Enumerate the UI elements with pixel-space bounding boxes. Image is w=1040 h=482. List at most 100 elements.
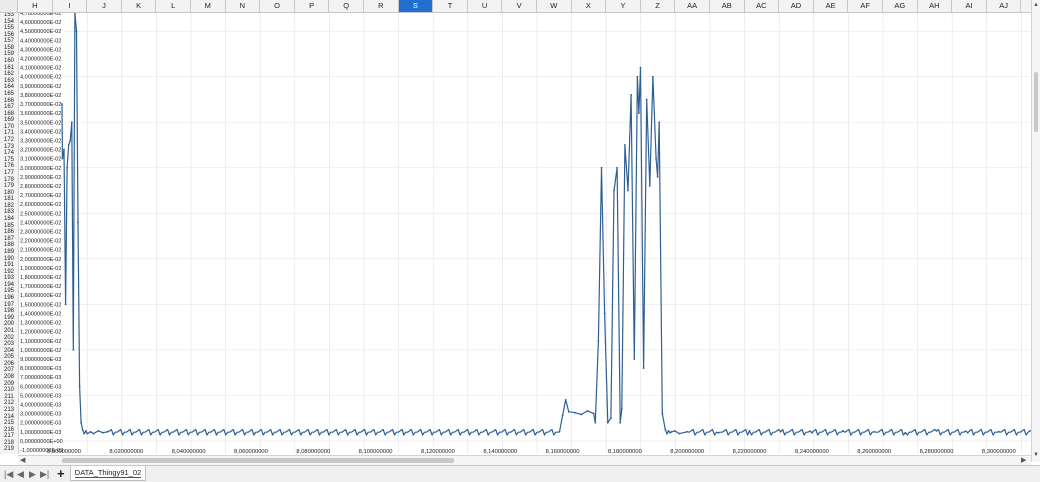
data-point (558, 430, 561, 433)
column-header-p[interactable]: P (295, 0, 330, 12)
next-sheet-icon[interactable]: ▶ (29, 467, 36, 481)
first-sheet-icon[interactable]: |◀ (4, 467, 13, 481)
data-point (597, 339, 600, 342)
data-point (748, 429, 751, 432)
data-point (873, 430, 876, 433)
prev-sheet-icon[interactable]: ◀ (17, 467, 24, 481)
data-point (997, 430, 1000, 433)
sheet-tab[interactable]: DATA_Thingy91_02 (70, 466, 146, 481)
column-header-ab[interactable]: AB (710, 0, 745, 12)
data-point (966, 431, 969, 434)
column-header-t[interactable]: T (433, 0, 468, 12)
column-header-af[interactable]: AF (848, 0, 883, 12)
data-point (652, 75, 654, 78)
data-point (81, 429, 84, 431)
row-header-bar: 153 154 155 156 157 158 159 160 161 162 163 164 165 1… (0, 13, 19, 454)
data-point (630, 94, 633, 96)
column-header-j[interactable]: J (87, 0, 122, 12)
vertical-scroll-thumb[interactable] (1034, 72, 1038, 132)
y-tick-label: 1,30000000E-02 (20, 321, 61, 327)
column-header-m[interactable]: M (191, 0, 226, 12)
y-tick-label: 4,10000000E-02 (20, 66, 61, 72)
data-point (935, 429, 938, 432)
x-tick-label: 8,080000000 (296, 449, 330, 454)
data-point (97, 429, 100, 432)
data-point (639, 66, 642, 69)
y-tick-label: 1,00000000E-02 (20, 348, 61, 354)
column-header-ah[interactable]: AH (918, 0, 953, 12)
y-tick-label: 1,00000000E-03 (20, 430, 61, 436)
horizontal-scrollbar[interactable]: ◀ ▶ (18, 455, 1031, 465)
data-point (670, 430, 673, 433)
column-header-x[interactable]: X (572, 0, 607, 12)
column-header-aa[interactable]: AA (675, 0, 710, 12)
data-point (67, 144, 70, 146)
chart-series (61, 13, 1031, 436)
data-point (594, 421, 597, 424)
column-header-ad[interactable]: AD (779, 0, 814, 12)
y-tick-label: 4,30000000E-02 (20, 47, 61, 53)
column-header-h[interactable]: H (18, 0, 53, 12)
scroll-right-icon[interactable]: ▶ (1021, 456, 1026, 465)
row-header-219[interactable]: 219 (0, 445, 18, 453)
select-all-corner[interactable] (0, 0, 18, 12)
data-point (63, 148, 65, 151)
last-sheet-icon[interactable]: ▶| (40, 467, 49, 481)
column-header-n[interactable]: N (226, 0, 261, 12)
y-tick-label: 4,40000000E-02 (20, 38, 61, 44)
data-point (77, 221, 79, 224)
y-tick-label: 1,40000000E-02 (20, 311, 61, 317)
column-header-l[interactable]: L (156, 0, 191, 12)
y-tick-label: 8,00000000E-03 (20, 366, 61, 372)
y-tick-label: 3,10000000E-02 (20, 157, 61, 163)
y-tick-label: 4,70000000E-02 (20, 13, 61, 17)
data-point (624, 144, 626, 146)
column-header-s[interactable]: S (398, 0, 434, 12)
column-header-ae[interactable]: AE (814, 0, 849, 12)
column-header-q[interactable]: Q (329, 0, 364, 12)
x-tick-label: 8,000000000 (47, 449, 81, 454)
x-tick-label: 8,160000000 (546, 449, 580, 454)
scroll-down-icon[interactable]: ▼ (1033, 452, 1039, 458)
column-header-ac[interactable]: AC (745, 0, 780, 12)
data-point (80, 421, 83, 424)
data-point (580, 413, 583, 416)
column-header-w[interactable]: W (537, 0, 572, 12)
x-tick-label: 8,020000000 (109, 449, 143, 454)
data-point (648, 185, 651, 187)
y-tick-label: 2,50000000E-02 (20, 211, 61, 217)
column-header-k[interactable]: K (122, 0, 157, 12)
data-point (75, 30, 78, 33)
y-tick-label: 3,00000000E-02 (20, 166, 61, 172)
scroll-up-icon[interactable]: ▲ (1033, 2, 1039, 8)
data-point (61, 157, 64, 160)
column-header-i[interactable]: I (53, 0, 88, 12)
add-sheet-button[interactable]: + (57, 466, 65, 482)
column-header-ai[interactable]: AI (952, 0, 987, 12)
column-header-z[interactable]: Z (641, 0, 676, 12)
data-point (904, 431, 907, 434)
column-header-y[interactable]: Y (606, 0, 641, 12)
data-point (619, 421, 622, 424)
data-point (609, 417, 612, 420)
horizontal-scroll-thumb[interactable] (62, 458, 454, 463)
data-point (669, 431, 671, 434)
y-tick-label: 1,90000000E-02 (20, 266, 61, 272)
data-point (561, 414, 564, 417)
data-point (633, 358, 636, 360)
series-line-0[interactable] (61, 13, 1031, 436)
vertical-scrollbar[interactable]: ▲ ▼ (1031, 0, 1040, 462)
column-header-aj[interactable]: AJ (987, 0, 1022, 12)
data-point (92, 432, 95, 435)
column-header-ag[interactable]: AG (883, 0, 918, 12)
data-point (667, 429, 670, 432)
line-chart[interactable]: 4,70000000E-02 4,60000000E-02 4,50000000E-… (18, 13, 1031, 454)
x-tick-label: 8,240000000 (795, 449, 829, 454)
data-point (86, 432, 89, 435)
column-header-o[interactable]: O (260, 0, 295, 12)
column-header-u[interactable]: U (468, 0, 503, 12)
y-tick-label: 1,60000000E-02 (20, 293, 61, 299)
scroll-left-icon[interactable]: ◀ (20, 456, 25, 465)
column-header-v[interactable]: V (502, 0, 537, 12)
column-header-r[interactable]: R (364, 0, 399, 12)
